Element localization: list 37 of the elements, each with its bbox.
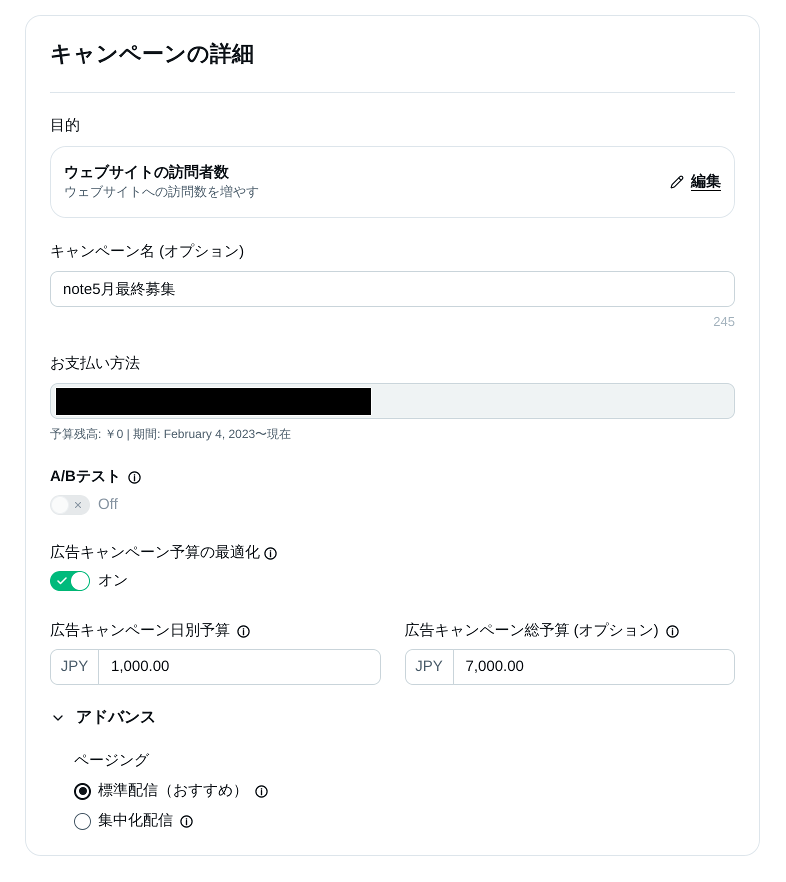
pencil-icon (670, 175, 684, 189)
objective-description: ウェブサイトへの訪問数を増やす (64, 183, 259, 201)
character-counter: 245 (713, 314, 735, 330)
info-icon[interactable] (255, 784, 268, 798)
info-icon[interactable] (180, 814, 193, 828)
field-label: キャンペーン名 (オプション) (50, 242, 246, 262)
check-icon (56, 575, 68, 587)
edit-link[interactable]: 編集 (670, 172, 721, 192)
field-label: 広告キャンペーン日別予算 (50, 621, 230, 641)
toggle-switch[interactable] (50, 571, 90, 591)
info-icon[interactable] (264, 546, 277, 560)
info-icon[interactable] (237, 624, 250, 638)
x-icon (73, 500, 83, 510)
currency-prefix: JPY (404, 649, 454, 685)
radio-button[interactable] (74, 812, 91, 830)
field-label: 目的 (50, 116, 81, 136)
info-icon[interactable] (666, 624, 679, 638)
radio-label: 標準配信（おすすめ） (98, 781, 248, 801)
radio-label: 集中化配信 (98, 811, 173, 831)
setting-label: A/Bテスト (50, 467, 121, 487)
payment-method-field[interactable] (50, 383, 735, 419)
budget-input[interactable]: 1,000.00 (99, 649, 380, 685)
toggle-state-label: Off (98, 495, 118, 515)
objective-title: ウェブサイトの訪問者数 (64, 163, 230, 183)
payment-note: 予算残高: ￥0 | 期間: February 4, 2023〜現在 (50, 426, 292, 442)
currency-prefix: JPY (50, 649, 99, 685)
campaign-name-input[interactable]: note5月最終募集 (50, 271, 735, 307)
budget-input[interactable]: 7,000.00 (454, 649, 735, 685)
radio-button[interactable] (74, 782, 91, 800)
field-label: お支払い方法 (50, 354, 141, 374)
setting-label: 広告キャンペーン予算の最適化 (50, 543, 260, 563)
field-label: 広告キャンペーン総予算 (オプション) (404, 621, 659, 641)
toggle-state-label: オン (98, 571, 128, 591)
info-icon[interactable] (128, 470, 141, 484)
group-label: ページング (74, 751, 150, 771)
advanced-toggle[interactable]: アドバンス (50, 707, 156, 729)
card-title: キャンペーンの詳細 (50, 40, 255, 68)
